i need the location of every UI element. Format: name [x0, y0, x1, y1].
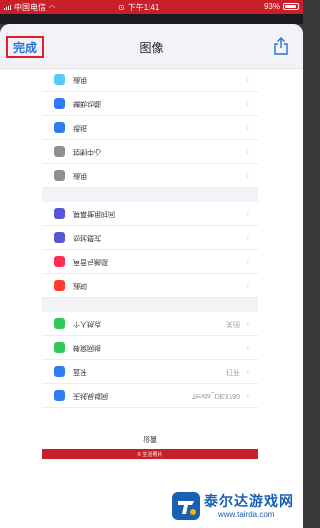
settings-row-label: 蜂窝网络: [73, 343, 101, 351]
settings-row: 蜂窝网络 ›: [42, 336, 258, 360]
settings-row: 勿扰模式 ›: [42, 226, 258, 250]
settings-row-label: 辅助功能: [73, 99, 101, 107]
settings-row-label: 个人热点: [73, 319, 101, 327]
settings-row: 墙纸 ›: [42, 116, 258, 140]
settings-row: 屏幕使用时间 ›: [42, 202, 258, 226]
settings-row-value: 打开: [226, 367, 240, 375]
settings-row-label: 通知: [73, 281, 87, 289]
chevron-right-icon: ›: [246, 147, 249, 156]
battery-icon: [283, 3, 299, 10]
wifi-icon: ◠: [49, 4, 56, 12]
settings-row: 通用 ›: [42, 68, 258, 92]
sheet-nav-bar: 完成 图像: [0, 24, 303, 69]
settings-row-icon: [54, 170, 65, 181]
chevron-right-icon: ›: [246, 123, 249, 132]
settings-row-label: 墙纸: [73, 123, 87, 131]
watermark-url: www.tairda.com: [218, 510, 275, 519]
settings-row: 个人热点 关闭 ›: [42, 312, 258, 336]
settings-row-icon: [54, 122, 65, 133]
settings-row: 蓝牙 打开 ›: [42, 360, 258, 384]
status-right: 93%: [264, 2, 299, 11]
chevron-right-icon: ›: [246, 367, 249, 376]
settings-row: 通用 ›: [42, 164, 258, 188]
settings-row-icon: [54, 366, 65, 377]
settings-row-value: Tenda_DE3780: [191, 392, 240, 399]
status-time: 下午1:41: [127, 3, 160, 12]
chevron-right-icon: ›: [246, 343, 249, 352]
battery-level: [285, 5, 297, 8]
settings-row-label: 勿扰模式: [73, 233, 101, 241]
background-strip: [0, 14, 303, 24]
settings-row-icon: [54, 390, 65, 401]
settings-row-icon: [54, 280, 65, 291]
chevron-right-icon: ›: [246, 319, 249, 328]
settings-row-icon: [54, 342, 65, 353]
signal-icon: [4, 5, 11, 10]
settings-row: 辅助功能 ›: [42, 92, 258, 116]
site-watermark: 泰尔达游戏网 www.tairda.com: [166, 488, 296, 524]
watermark-name: 泰尔达游戏网: [204, 493, 294, 509]
alarm-icon: ⊙: [118, 3, 125, 12]
image-caption: 设置: [143, 435, 157, 442]
status-bar: 中国电信 ◠ ⊙ 下午1:41 93%: [0, 0, 303, 14]
settings-row-icon: [54, 232, 65, 243]
settings-row-icon: [54, 98, 65, 109]
settings-row-icon: [54, 146, 65, 157]
settings-row-value: 关闭: [226, 319, 240, 327]
settings-row-label: 蓝牙: [73, 367, 87, 375]
settings-row-label: 屏幕使用时间: [73, 209, 115, 217]
group-separator: [42, 298, 258, 312]
settings-row: 无线局域网 Tenda_DE3780 ›: [42, 384, 258, 408]
settings-row-label: 控制中心: [73, 147, 101, 155]
settings-row-icon: [54, 318, 65, 329]
chevron-right-icon: ›: [246, 99, 249, 108]
settings-row-icon: [54, 256, 65, 267]
settings-row: 通知 ›: [42, 274, 258, 298]
settings-row-icon: [54, 74, 65, 85]
settings-row: 声音与触感 ›: [42, 250, 258, 274]
battery-percent: 93%: [263, 2, 280, 11]
settings-row-label: 通用: [73, 171, 87, 179]
watermark-logo-icon: [172, 492, 200, 520]
sheet-title: 图像: [139, 41, 164, 55]
settings-row-label: 无线局域网: [73, 391, 108, 399]
settings-row: 控制中心 ›: [42, 140, 258, 164]
settings-row-label: 通用: [73, 75, 87, 83]
chevron-right-icon: ›: [246, 391, 249, 400]
settings-image: 通用 › 辅助功能 › 墙纸 › 控制中心 › 通用 › 屏幕使用时间 › 勿扰模式 › 声音与触感 › 通知 ›…: [42, 68, 258, 408]
chevron-right-icon: ›: [246, 75, 249, 84]
carrier-label: 中国电信: [14, 3, 46, 12]
status-left: 中国电信 ◠: [4, 2, 55, 13]
image-footer-bar: © 生活照片: [42, 449, 258, 459]
chevron-right-icon: ›: [246, 171, 249, 180]
chevron-right-icon: ›: [246, 233, 249, 242]
settings-row-icon: [54, 208, 65, 219]
status-center: ⊙ 下午1:41: [118, 2, 159, 13]
chevron-right-icon: ›: [246, 257, 249, 266]
share-icon[interactable]: [273, 37, 289, 55]
chevron-right-icon: ›: [246, 281, 249, 290]
chevron-right-icon: ›: [246, 209, 249, 218]
group-separator: [42, 188, 258, 202]
settings-row-label: 声音与触感: [73, 257, 108, 265]
